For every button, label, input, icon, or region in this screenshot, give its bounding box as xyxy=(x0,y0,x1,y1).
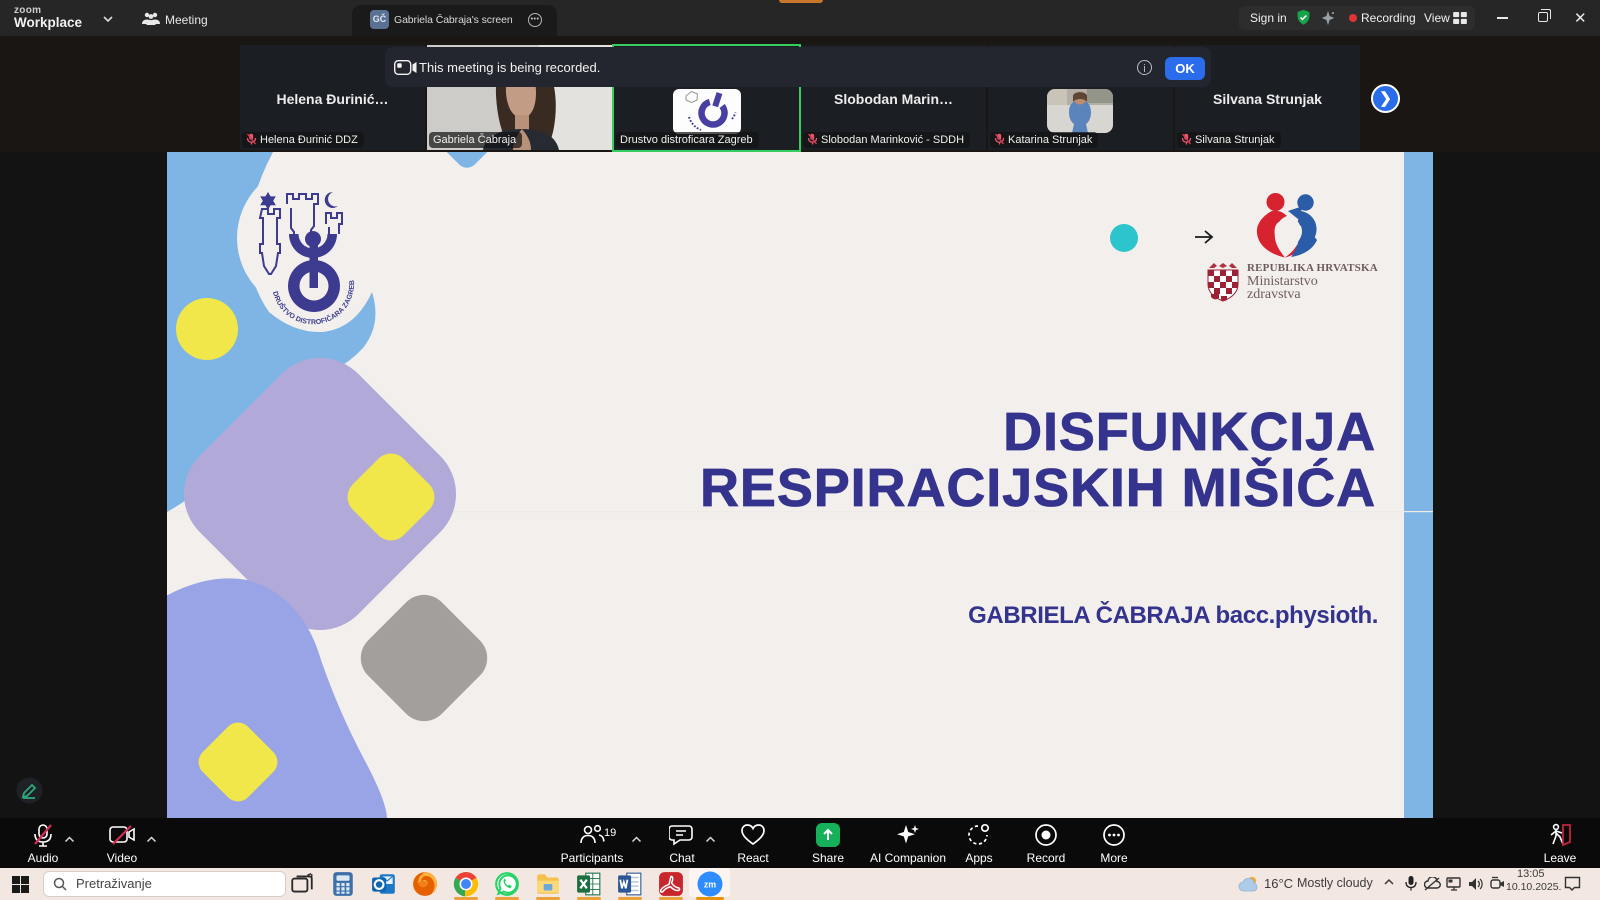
svg-text:zm: zm xyxy=(704,880,716,890)
